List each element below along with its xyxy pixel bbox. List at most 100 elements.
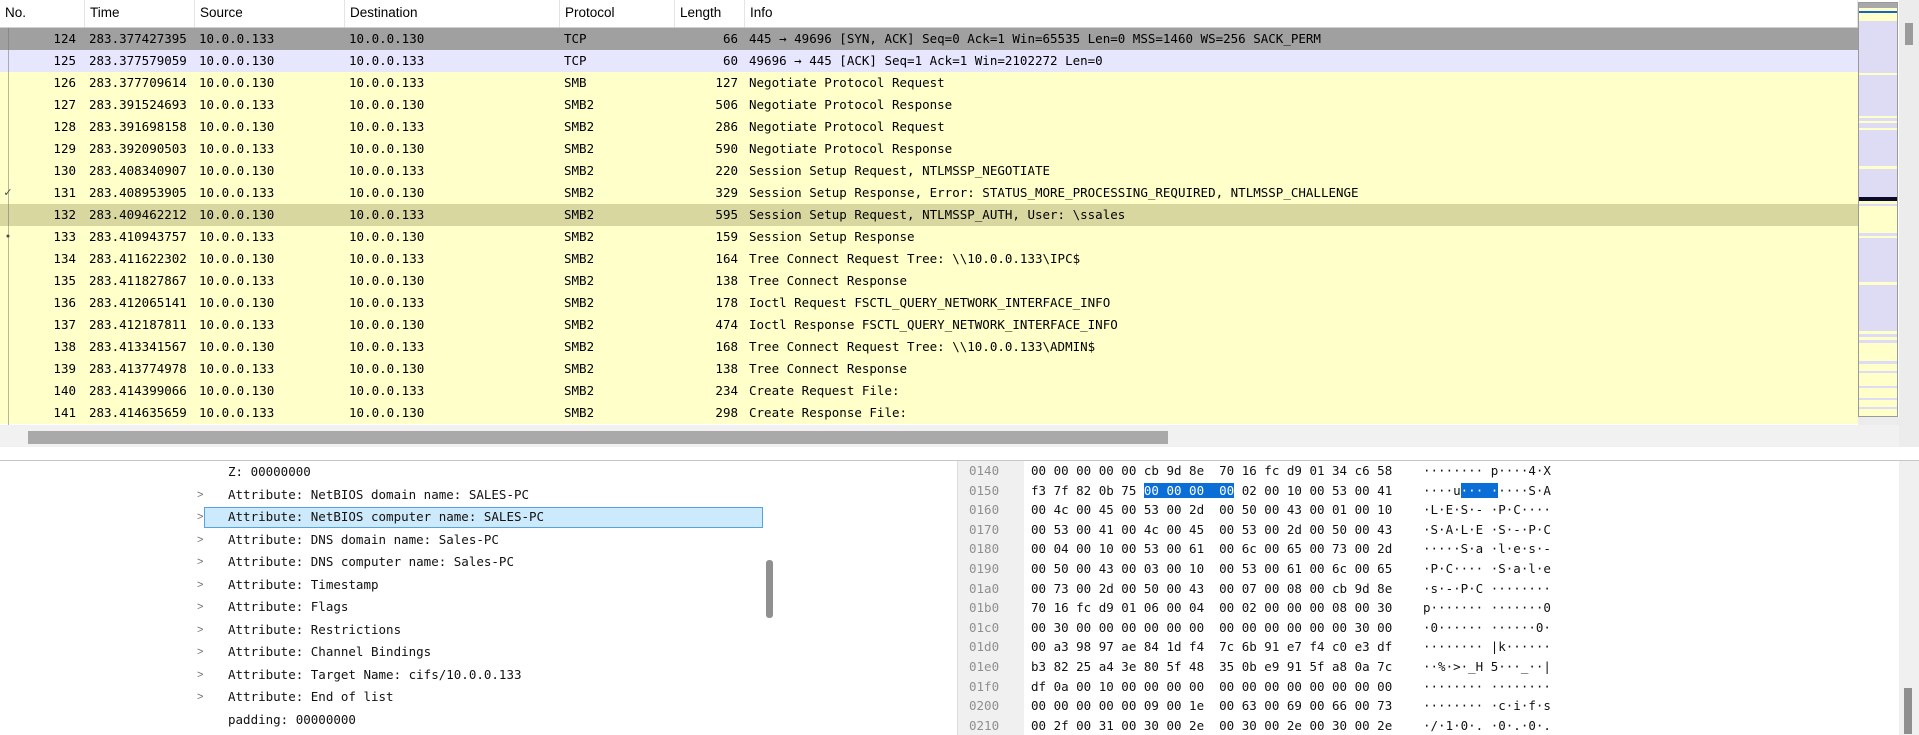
hex-row[interactable]: 01a0 00 73 00 2d 00 50 00 43 00 07 00 08 … [958,579,1900,599]
chevron-right-icon[interactable]: > [197,574,211,597]
hex-bytes[interactable]: 00 00 00 00 00 09 00 1e 00 63 00 69 00 6… [1031,696,1392,716]
tree-item[interactable]: > Attribute: Flags [0,596,957,619]
tree-item[interactable]: > Attribute: Timestamp [0,574,957,597]
column-header-destination[interactable]: Destination [345,0,560,27]
hex-bytes[interactable]: 00 73 00 2d 00 50 00 43 00 07 00 08 00 c… [1031,579,1392,599]
hex-row[interactable]: 0140 00 00 00 00 00 cb 9d 8e 70 16 fc d9 … [958,461,1900,481]
packet-row[interactable]: 129 283.392090503 10.0.0.133 10.0.0.130 SMB2… [0,138,1858,160]
chevron-right-icon[interactable]: > [197,484,211,507]
packet-row[interactable]: 134 283.411622302 10.0.0.130 10.0.0.133 SMB2… [0,248,1858,270]
packet-row[interactable]: 128 283.391698158 10.0.0.130 10.0.0.133 SMB2… [0,116,1858,138]
packet-row[interactable]: 137 283.412187811 10.0.0.133 10.0.0.130 SMB2… [0,314,1858,336]
packet-row[interactable]: 139 283.413774978 10.0.0.133 10.0.0.130 SMB2… [0,358,1858,380]
packet-row[interactable]: 132 283.409462212 10.0.0.130 10.0.0.133 SMB2… [0,204,1858,226]
hex-row[interactable]: 01b0 70 16 fc d9 01 06 00 04 00 02 00 00 … [958,598,1900,618]
column-header-protocol[interactable]: Protocol [560,0,675,27]
packet-row[interactable]: 127 283.391524693 10.0.0.133 10.0.0.130 SMB2… [0,94,1858,116]
packet-row[interactable]: 130 283.408340907 10.0.0.130 10.0.0.133 SMB2… [0,160,1858,182]
hex-row[interactable]: 0160 00 4c 00 45 00 53 00 2d 00 50 00 43 … [958,500,1900,520]
hex-bytes[interactable]: 00 30 00 00 00 00 00 00 00 00 00 00 00 0… [1031,618,1392,638]
packet-list-vertical-scrollbar[interactable] [1899,0,1919,447]
packet-bytes-vertical-scrollbar-thumb[interactable] [1904,688,1912,734]
chevron-right-icon[interactable]: > [197,686,211,709]
packet-row[interactable]: 138 283.413341567 10.0.0.130 10.0.0.133 SMB2… [0,336,1858,358]
hex-bytes[interactable]: 00 04 00 10 00 53 00 61 00 6c 00 65 00 7… [1031,539,1392,559]
hex-row[interactable]: 0190 00 50 00 43 00 03 00 10 00 53 00 61 … [958,559,1900,579]
tree-item[interactable]: > Attribute: DNS computer name: Sales-PC [0,551,957,574]
tree-item[interactable]: > Attribute: DNS domain name: Sales-PC [0,529,957,552]
intelligent-scrollbar-minimap[interactable] [1858,2,1898,417]
pane-splitter[interactable] [0,447,1919,460]
hex-bytes[interactable]: 00 2f 00 31 00 30 00 2e 00 30 00 2e 00 3… [1031,716,1392,735]
hex-bytes[interactable]: df 0a 00 10 00 00 00 00 00 00 00 00 00 0… [1031,677,1392,697]
hex-row[interactable]: 0170 00 53 00 41 00 4c 00 45 00 53 00 2d … [958,520,1900,540]
chevron-right-icon[interactable]: > [197,664,211,687]
hex-ascii[interactable]: ·s·-·P·C ········ [1423,579,1551,599]
hex-bytes[interactable]: 00 4c 00 45 00 53 00 2d 00 50 00 43 00 0… [1031,500,1392,520]
tree-item[interactable]: > Attribute: Restrictions [0,619,957,642]
tree-item[interactable]: padding: 00000000 [0,709,957,732]
tree-item[interactable]: > Attribute: End of list [0,686,957,709]
column-header-info[interactable]: Info [745,0,1858,27]
hex-bytes[interactable]: 00 50 00 43 00 03 00 10 00 53 00 61 00 6… [1031,559,1392,579]
hex-row[interactable]: 01c0 00 30 00 00 00 00 00 00 00 00 00 00 … [958,618,1900,638]
packet-row[interactable]: 125 283.377579059 10.0.0.130 10.0.0.133 TCP 6… [0,50,1858,72]
hex-ascii[interactable]: ····u··· ·····S·A [1423,481,1551,501]
hex-bytes-selected[interactable]: 00 00 00 00 [1143,482,1235,498]
hex-bytes[interactable]: 00 a3 98 97 ae 84 1d f4 7c 6b 91 e7 f4 c… [1031,637,1392,657]
packet-row[interactable]: 133 283.410943757 10.0.0.133 10.0.0.130 SMB2… [0,226,1858,248]
hex-row[interactable]: 01d0 00 a3 98 97 ae 84 1d f4 7c 6b 91 e7 … [958,637,1900,657]
hex-ascii[interactable]: ········ |k······ [1423,637,1551,657]
packet-cell-time: 283.408953905 [89,185,187,200]
column-header-no[interactable]: No. [0,0,85,27]
hex-row[interactable]: 0200 00 00 00 00 00 09 00 1e 00 63 00 69 … [958,696,1900,716]
packet-row[interactable]: 126 283.377709614 10.0.0.130 10.0.0.133 SMB 1… [0,72,1858,94]
tree-item[interactable]: > Attribute: NetBIOS computer name: SALES… [0,506,957,529]
hex-row[interactable]: 0210 00 2f 00 31 00 30 00 2e 00 30 00 2e … [958,716,1900,735]
hex-row[interactable]: 01e0 b3 82 25 a4 3e 80 5f 48 35 0b e9 91 … [958,657,1900,677]
chevron-right-icon[interactable]: > [197,506,211,529]
chevron-right-icon[interactable]: > [197,641,211,664]
packet-row[interactable]: 140 283.414399066 10.0.0.130 10.0.0.133 SMB2… [0,380,1858,402]
hex-row[interactable]: 0150 f3 7f 82 0b 75 00 00 00 00 02 00 10 … [958,481,1900,501]
hex-ascii[interactable]: ········ ·c·i·f·s [1423,696,1551,716]
hex-bytes[interactable]: 70 16 fc d9 01 06 00 04 00 02 00 00 00 0… [1031,598,1392,618]
packet-list-vertical-scrollbar-thumb[interactable] [1905,23,1913,45]
tree-item[interactable]: > Attribute: Channel Bindings [0,641,957,664]
hex-ascii[interactable]: ·L·E·S·- ·P·C···· [1423,500,1551,520]
hex-ascii[interactable]: ········ ········ [1423,677,1551,697]
hex-ascii[interactable]: ·S·A·L·E ·S·-·P·C [1423,520,1551,540]
packet-row[interactable]: 124 283.377427395 10.0.0.133 10.0.0.130 TCP 6… [0,28,1858,50]
hex-row[interactable]: 01f0 df 0a 00 10 00 00 00 00 00 00 00 00 … [958,677,1900,697]
column-header-time[interactable]: Time [85,0,195,27]
hex-bytes[interactable]: b3 82 25 a4 3e 80 5f 48 35 0b e9 91 5f a… [1031,657,1392,677]
packet-row[interactable]: 136 283.412065141 10.0.0.130 10.0.0.133 SMB2… [0,292,1858,314]
tree-item[interactable]: Z: 00000000 [0,461,957,484]
hex-ascii[interactable]: p······· ·······0 [1423,598,1551,618]
hex-ascii[interactable]: ··%·>·_H 5···_··| [1423,657,1551,677]
hex-row[interactable]: 0180 00 04 00 10 00 53 00 61 00 6c 00 65 … [958,539,1900,559]
packet-bytes-vertical-scrollbar[interactable] [1899,461,1919,735]
hex-ascii[interactable]: ········ p····4·X [1423,461,1551,481]
hex-ascii-selected[interactable]: ··· · [1460,482,1499,498]
chevron-right-icon[interactable]: > [197,529,211,552]
tree-item[interactable]: > Attribute: NetBIOS domain name: SALES-P… [0,484,957,507]
packet-details-scrollbar-thumb[interactable] [766,560,773,618]
hex-ascii[interactable]: ·/·1·0·. ·0·.·0·. [1423,716,1551,735]
column-header-source[interactable]: Source [195,0,345,27]
hex-ascii[interactable]: ·0······ ······0· [1423,618,1551,638]
hex-ascii[interactable]: ·P·C···· ·S·a·l·e [1423,559,1551,579]
packet-row[interactable]: 131 283.408953905 10.0.0.133 10.0.0.130 SMB2… [0,182,1858,204]
hex-bytes[interactable]: 00 00 00 00 00 cb 9d 8e 70 16 fc d9 01 3… [1031,461,1392,481]
packet-row[interactable]: 141 283.414635659 10.0.0.133 10.0.0.130 SMB2… [0,402,1858,424]
chevron-right-icon[interactable]: > [197,596,211,619]
packet-row[interactable]: 135 283.411827867 10.0.0.133 10.0.0.130 SMB2… [0,270,1858,292]
column-header-length[interactable]: Length [675,0,745,27]
hex-ascii[interactable]: ·····S·a ·l·e·s·- [1423,539,1551,559]
chevron-right-icon[interactable]: > [197,619,211,642]
hex-bytes[interactable]: f3 7f 82 0b 75 00 00 00 00 02 00 10 00 5… [1031,481,1392,501]
chevron-right-icon[interactable]: > [197,551,211,574]
tree-item[interactable]: > Attribute: Target Name: cifs/10.0.0.133 [0,664,957,687]
hex-bytes[interactable]: 00 53 00 41 00 4c 00 45 00 53 00 2d 00 5… [1031,520,1392,540]
packet-list-horizontal-scrollbar-thumb[interactable] [28,431,1168,444]
